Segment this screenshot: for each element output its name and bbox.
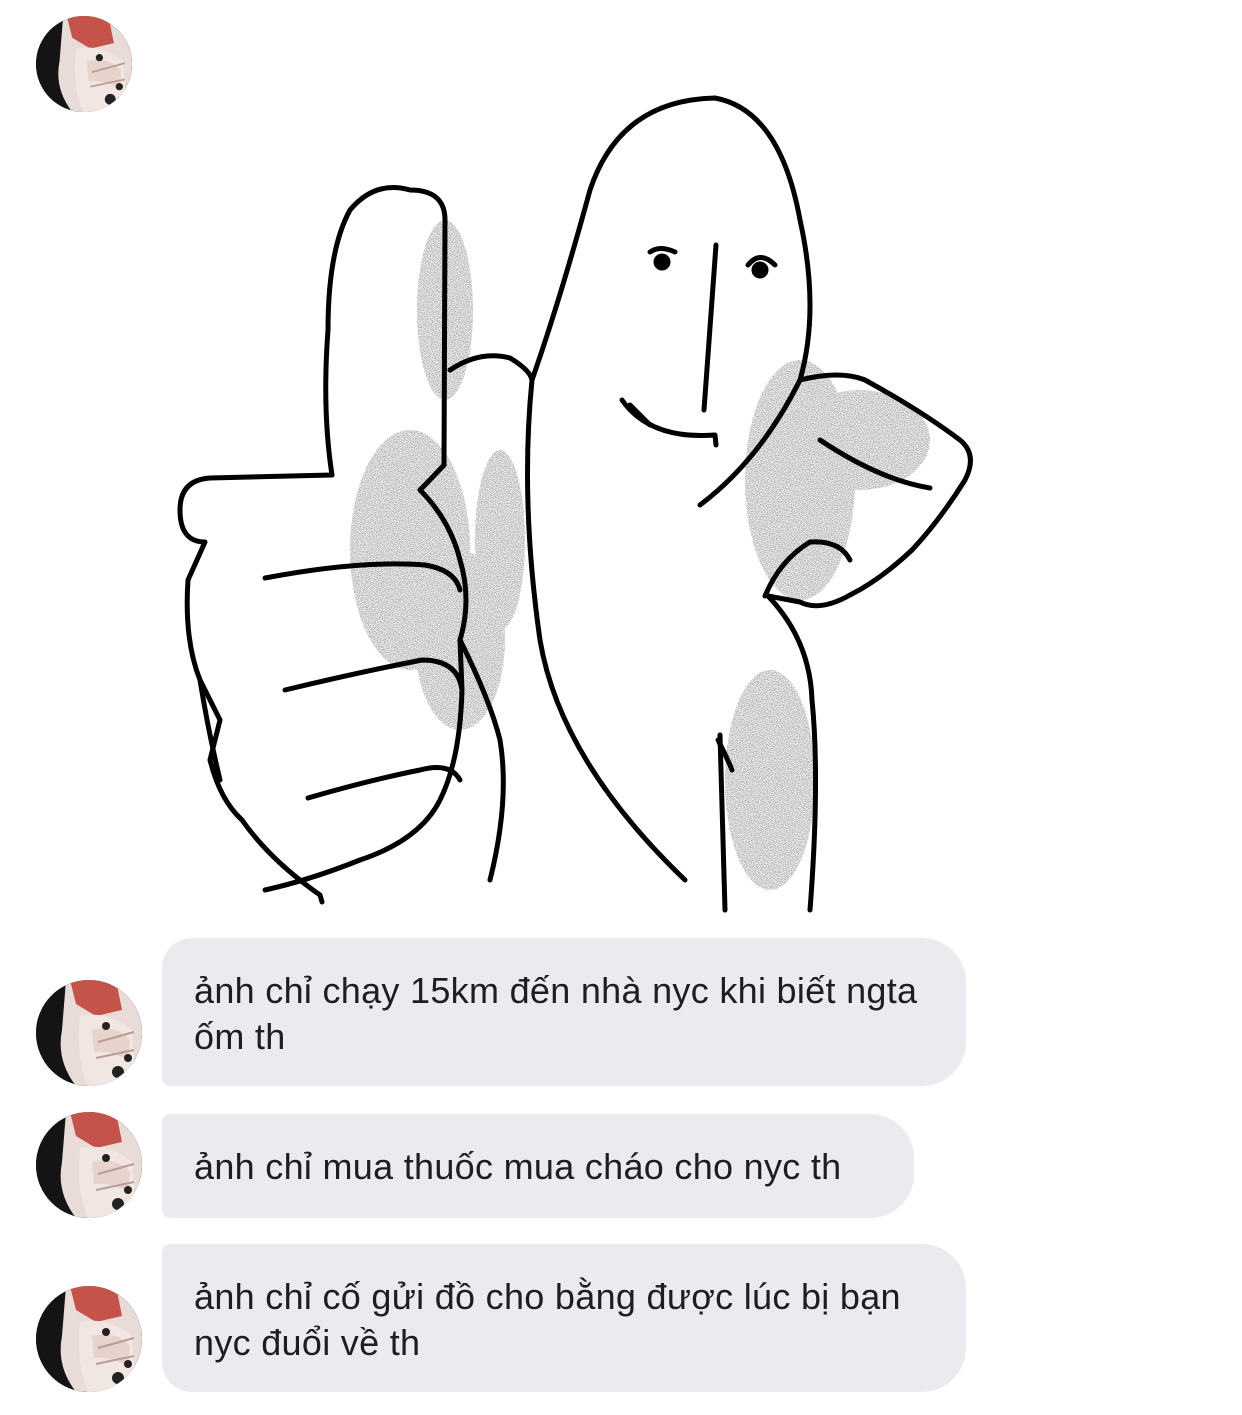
message-text: ảnh chỉ chạy 15km đến nhà nyc khi biết n… xyxy=(194,970,918,1057)
sender-avatar[interactable] xyxy=(36,980,142,1086)
profile-photo-avatar-icon xyxy=(36,1112,142,1218)
sender-avatar[interactable] xyxy=(36,16,132,112)
message-text: ảnh chỉ mua thuốc mua cháo cho nyc th xyxy=(194,1146,842,1187)
message-bubble[interactable]: ảnh chỉ chạy 15km đến nhà nyc khi biết n… xyxy=(162,938,966,1086)
message-text: ảnh chỉ cố gửi đồ cho bằng được lúc bị b… xyxy=(194,1276,901,1363)
sender-avatar[interactable] xyxy=(36,1286,142,1392)
sender-avatar[interactable] xyxy=(36,1112,142,1218)
message-bubble[interactable]: ảnh chỉ mua thuốc mua cháo cho nyc th xyxy=(162,1114,914,1218)
profile-photo-avatar-icon xyxy=(36,16,132,112)
thumbs-up-sticker[interactable] xyxy=(160,80,990,920)
profile-photo-avatar-icon xyxy=(36,1286,142,1392)
message-bubble[interactable]: ảnh chỉ cố gửi đồ cho bằng được lúc bị b… xyxy=(162,1244,966,1392)
profile-photo-avatar-icon xyxy=(36,980,142,1086)
thumbs-up-meme-sticker-icon xyxy=(177,95,973,913)
